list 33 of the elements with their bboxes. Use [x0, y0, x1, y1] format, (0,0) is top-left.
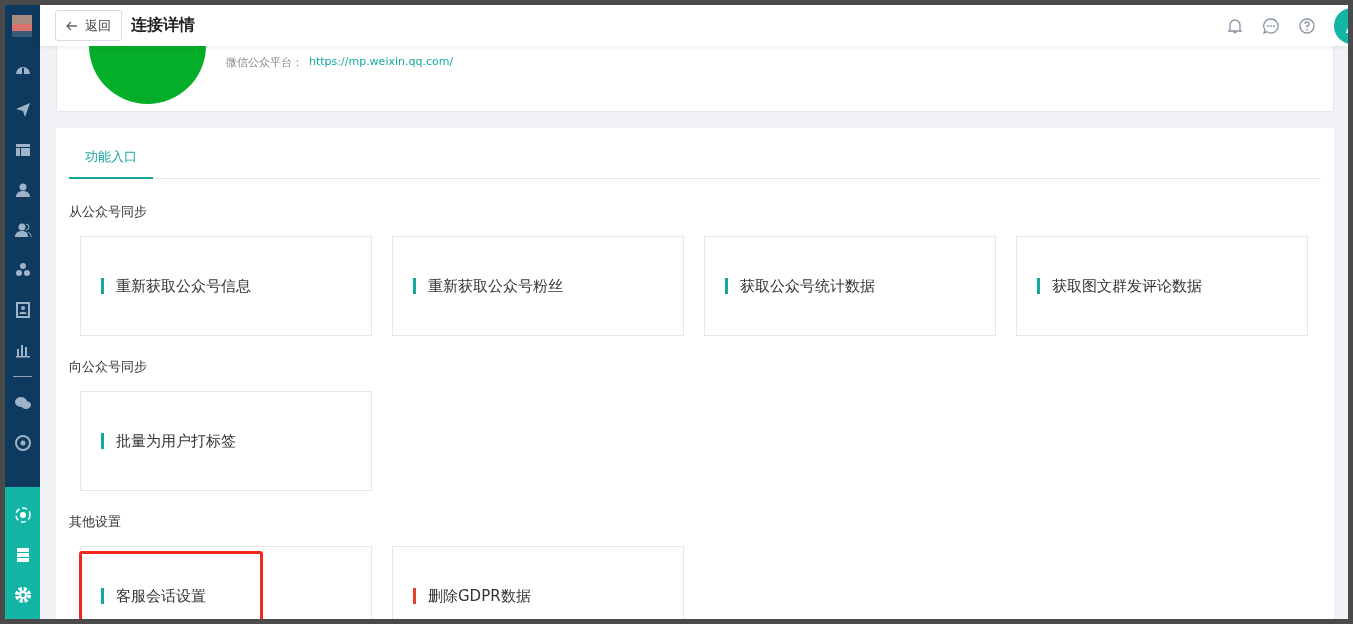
bell-icon[interactable]	[1226, 16, 1244, 35]
users-icon[interactable]	[13, 221, 32, 239]
card-label: 重新获取公众号信息	[116, 276, 251, 296]
settings-icon[interactable]	[13, 586, 32, 604]
platform-label: 微信公众平台：	[226, 55, 303, 71]
page-title: 连接详情	[131, 15, 195, 36]
card-label: 重新获取公众号粉丝	[428, 276, 563, 296]
section-title: 向公众号同步	[69, 358, 148, 376]
function-card[interactable]: 重新获取公众号信息	[80, 236, 372, 336]
function-card[interactable]: 批量为用户打标签	[80, 391, 372, 491]
section-title: 从公众号同步	[69, 203, 148, 221]
arrow-left-icon	[66, 20, 78, 31]
function-card[interactable]: 客服会话设置	[80, 546, 372, 619]
help-icon[interactable]	[1298, 16, 1316, 35]
card-label: 获取图文群发评论数据	[1052, 276, 1202, 296]
disc-icon[interactable]	[13, 434, 32, 452]
function-card[interactable]: 获取公众号统计数据	[704, 236, 996, 336]
layout-icon[interactable]	[13, 141, 32, 159]
network-icon[interactable]	[13, 506, 32, 524]
card-label: 批量为用户打标签	[116, 431, 236, 451]
chat-icon[interactable]	[1262, 16, 1280, 35]
badge-icon[interactable]	[13, 301, 32, 319]
function-card[interactable]: 删除GDPR数据	[392, 546, 684, 619]
group-icon[interactable]	[13, 261, 32, 279]
function-card[interactable]: 重新获取公众号粉丝	[392, 236, 684, 336]
chat-bubbles-icon[interactable]	[13, 394, 32, 412]
card-label: 获取公众号统计数据	[740, 276, 875, 296]
user-icon[interactable]	[13, 181, 32, 199]
back-button[interactable]: 返回	[55, 10, 122, 41]
section-title: 其他设置	[69, 513, 122, 531]
card-label: 客服会话设置	[116, 586, 206, 606]
function-card[interactable]: 获取图文群发评论数据	[1016, 236, 1308, 336]
card-label: 删除GDPR数据	[428, 586, 531, 606]
